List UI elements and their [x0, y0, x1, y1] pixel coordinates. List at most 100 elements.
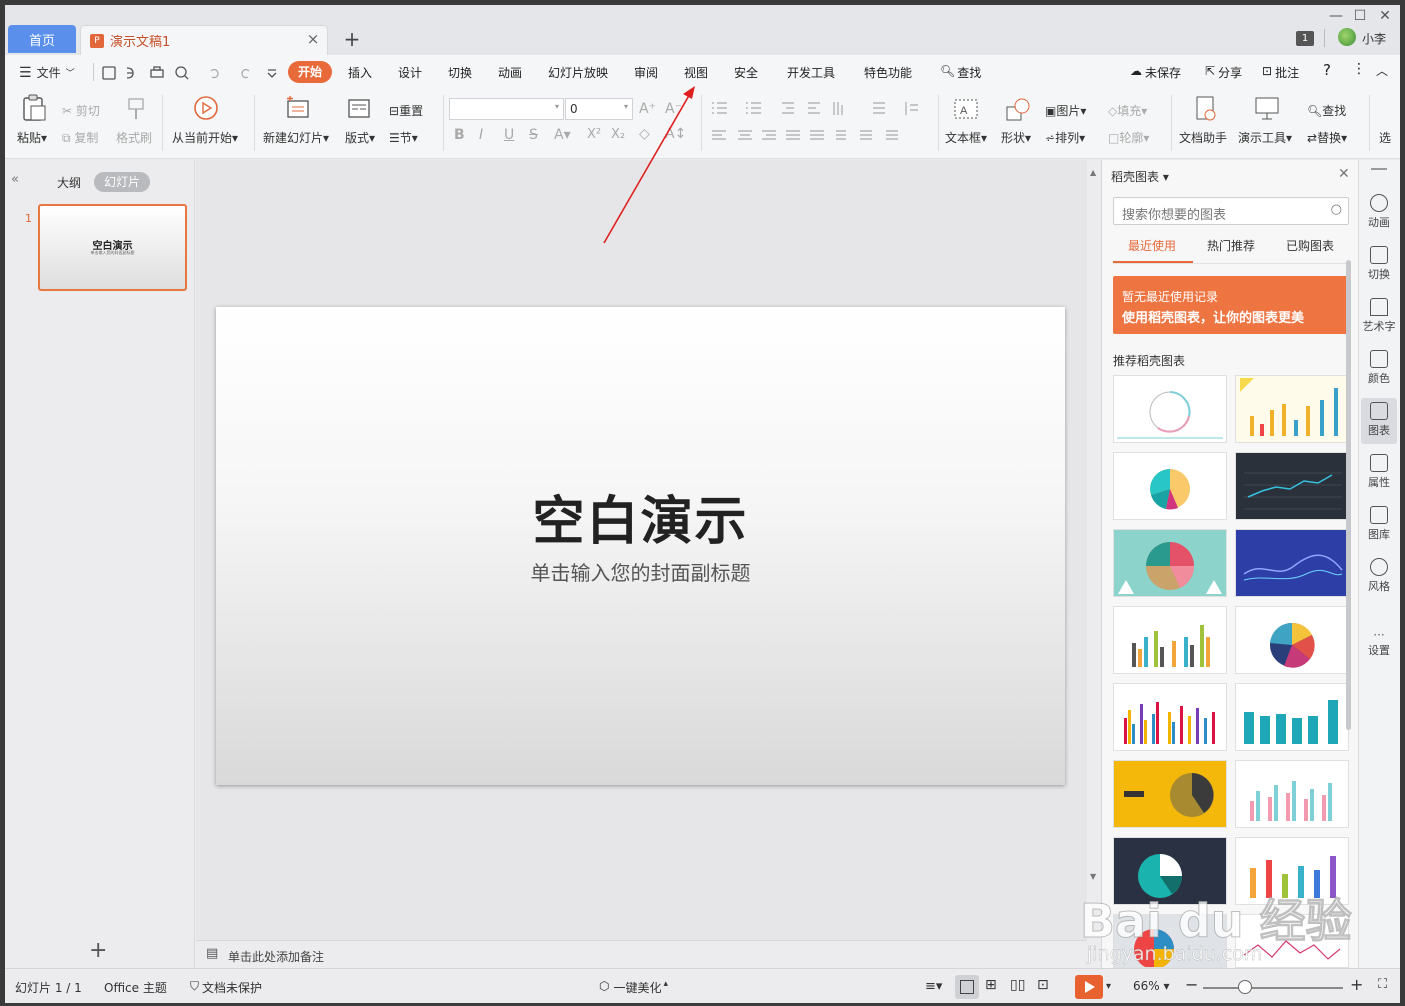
chart-template-card[interactable]	[1113, 452, 1227, 520]
paste-button[interactable]: 粘贴▾	[17, 129, 47, 146]
tab-outline[interactable]: 大纲	[57, 174, 81, 191]
slide-title[interactable]: 空白演示	[216, 479, 1065, 554]
maximize-button[interactable]: ☐	[1347, 7, 1373, 27]
cut-button[interactable]: ✂ 剪切	[62, 102, 100, 119]
unsaved-button[interactable]: ☁ 未保存	[1130, 64, 1181, 81]
canvas-scrollbar[interactable]: ▲ ▼	[1087, 160, 1101, 968]
close-panel-icon[interactable]: ✕	[1338, 166, 1350, 182]
tab-design[interactable]: 设计	[398, 64, 422, 81]
tab-start[interactable]: 开始	[288, 61, 332, 83]
tab-document[interactable]: P 演示文稿1 ×	[80, 25, 328, 55]
layout-button[interactable]: 版式▾	[345, 129, 375, 146]
chart-template-card[interactable]	[1235, 375, 1349, 443]
notes-bar[interactable]: ▤ 单击此处添加备注	[196, 940, 1087, 968]
sorter-view-icon[interactable]: ⊞	[985, 977, 997, 993]
paragraph-toolbar[interactable]	[708, 101, 936, 147]
start-from-current-button[interactable]: 从当前开始▾	[172, 129, 238, 146]
rail-gallery[interactable]: 图库	[1361, 502, 1397, 548]
zoom-slider-handle[interactable]	[1238, 980, 1252, 994]
zoom-out-button[interactable]: −	[1185, 975, 1198, 994]
image-button[interactable]: ▣图片▾	[1045, 102, 1086, 119]
normal-view-button[interactable]	[955, 975, 979, 999]
notes-toggle-icon[interactable]: ≡▾	[925, 979, 942, 994]
zoom-slider[interactable]	[1203, 987, 1343, 989]
replace-button[interactable]: ⇄替换▾	[1307, 129, 1347, 146]
tab-animation[interactable]: 动画	[498, 64, 522, 81]
shape-button[interactable]: 形状▾	[1001, 129, 1031, 146]
close-tab-icon[interactable]: ×	[305, 32, 321, 48]
textbox-button[interactable]: 文本框▾	[945, 129, 987, 146]
share-button[interactable]: ⇱ 分享	[1205, 64, 1242, 81]
collapse-ribbon-icon[interactable]: ︿	[1376, 62, 1388, 79]
find-button[interactable]: 🔍︎查找	[1307, 102, 1346, 119]
panel-scrollbar[interactable]	[1346, 260, 1351, 730]
tab-review[interactable]: 审阅	[634, 64, 658, 81]
tab-slides[interactable]: 幻灯片	[94, 172, 150, 192]
bold-button[interactable]: B	[454, 127, 465, 143]
chart-template-card[interactable]	[1113, 760, 1227, 828]
tab-recent[interactable]: 最近使用	[1128, 237, 1176, 254]
rail-color[interactable]: 颜色	[1361, 346, 1397, 392]
tab-slideshow[interactable]: 幻灯片放映	[548, 64, 608, 81]
new-slide-button[interactable]: 新建幻灯片▾	[263, 129, 329, 146]
arrange-button[interactable]: ⩫排列▾	[1045, 129, 1085, 146]
comment-button[interactable]: ⊡ 批注	[1262, 64, 1299, 81]
new-tab-button[interactable]: +	[341, 29, 363, 51]
rail-settings[interactable]: ··· 设置	[1361, 624, 1397, 670]
rail-style[interactable]: 风格	[1361, 554, 1397, 600]
copy-button[interactable]: ⧉ 复制	[62, 129, 98, 146]
rail-chart[interactable]: 图表	[1361, 398, 1397, 444]
fit-window-icon[interactable]: ⛶	[1378, 977, 1387, 992]
help-icon[interactable]: ?	[1323, 61, 1331, 79]
tab-developer[interactable]: 开发工具	[787, 64, 835, 81]
doc-helper-button[interactable]: 文档助手	[1179, 129, 1227, 146]
tab-security[interactable]: 安全	[734, 64, 758, 81]
rail-properties[interactable]: 属性	[1361, 450, 1397, 496]
italic-button[interactable]: I	[479, 127, 483, 143]
font-name-select[interactable]: ▾	[449, 98, 564, 120]
slide[interactable]: 空白演示 单击输入您的封面副标题	[216, 307, 1065, 785]
present-tools-button[interactable]: 演示工具▾	[1238, 129, 1292, 146]
section-button[interactable]: ☰节▾	[389, 129, 418, 146]
slideshow-button[interactable]	[1075, 975, 1103, 999]
menu-search[interactable]: 🔍︎ 查找	[940, 64, 981, 81]
tab-features[interactable]: 特色功能	[864, 64, 912, 81]
chart-template-card[interactable]	[1235, 529, 1349, 597]
reset-button[interactable]: ⊟重置	[389, 102, 423, 119]
more-icon[interactable]: ⋮	[1352, 61, 1366, 77]
chart-template-card[interactable]	[1235, 452, 1349, 520]
chart-template-card[interactable]	[1235, 760, 1349, 828]
chart-template-card[interactable]	[1113, 683, 1227, 751]
rail-transition[interactable]: 切换	[1361, 242, 1397, 288]
chart-template-card[interactable]	[1113, 529, 1227, 597]
tab-home[interactable]: 首页	[8, 25, 76, 53]
chart-template-card[interactable]	[1235, 606, 1349, 674]
format-painter-button[interactable]: 格式刷	[116, 129, 152, 146]
window-count-badge[interactable]: 1	[1296, 31, 1314, 46]
rail-wordart[interactable]: 艺术字	[1361, 294, 1397, 340]
outline-button[interactable]: □轮廓▾	[1108, 129, 1149, 146]
tab-view[interactable]: 视图	[684, 64, 708, 81]
theme-name[interactable]: Office 主题	[104, 979, 167, 996]
more-ribbon-button[interactable]: 选	[1379, 129, 1391, 146]
chart-template-card[interactable]	[1113, 606, 1227, 674]
minimize-button[interactable]: —	[1323, 7, 1349, 27]
add-slide-button[interactable]: +	[89, 938, 107, 963]
collapse-pane-icon[interactable]: «	[11, 172, 19, 187]
reading-view-icon[interactable]: ▯▯	[1010, 977, 1025, 993]
paste-icon[interactable]	[19, 94, 49, 122]
file-menu[interactable]: ☰ 文件 ﹀	[19, 64, 75, 81]
tab-hot[interactable]: 热门推荐	[1207, 237, 1255, 254]
chart-template-card[interactable]	[1113, 375, 1227, 443]
chart-search-input[interactable]: 搜索你想要的图表 ○	[1113, 197, 1349, 225]
tab-transition[interactable]: 切换	[448, 64, 472, 81]
presenter-view-icon[interactable]: ⊡	[1037, 977, 1049, 993]
zoom-select[interactable]: 66% ▾	[1133, 979, 1170, 993]
rail-animation[interactable]: 动画	[1361, 190, 1397, 236]
slideshow-options-icon[interactable]: ▾	[1106, 981, 1111, 992]
promo-banner[interactable]: 暂无最近使用记录 使用稻壳图表，让你的图表更美	[1113, 276, 1349, 334]
user-name[interactable]: 小李	[1362, 30, 1386, 47]
scroll-down-icon[interactable]: ▼	[1090, 872, 1096, 881]
chart-template-card[interactable]	[1235, 683, 1349, 751]
font-color-button[interactable]: A▾	[554, 127, 571, 143]
